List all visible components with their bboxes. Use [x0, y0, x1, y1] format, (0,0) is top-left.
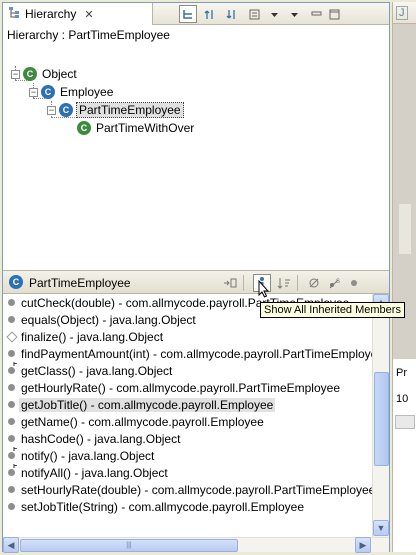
tree-node-label: PartTimeEmployee [76, 102, 184, 118]
class-icon: C [23, 67, 37, 81]
member-label: getName() - com.allmycode.payroll.Employ… [21, 414, 264, 429]
collapse-icon[interactable]: − [47, 105, 56, 115]
member-label: getClass() - java.lang.Object [21, 363, 173, 378]
mouse-pointer-icon [258, 279, 270, 301]
public-method-icon [3, 345, 19, 362]
protected-method-icon [3, 328, 19, 345]
collapse-icon[interactable]: − [11, 69, 20, 79]
supertype-hierarchy-button[interactable] [201, 5, 219, 23]
maximize-icon[interactable] [325, 5, 343, 23]
tree-node-label: Object [42, 67, 77, 81]
class-icon: C [77, 121, 91, 135]
member-row[interactable]: getName() - com.allmycode.payroll.Employ… [3, 413, 372, 430]
member-row[interactable]: finalize() - java.lang.Object [3, 328, 372, 345]
collapse-icon[interactable]: − [29, 87, 38, 97]
scroll-right-icon[interactable]: ▶ [355, 537, 371, 553]
hide-static-members-icon[interactable]: S [325, 274, 343, 292]
member-row[interactable]: getJobTitle() - com.allmycode.payroll.Em… [3, 396, 372, 413]
editor-pane-edge: J Pr 10 [392, 2, 416, 552]
members-horizontal-scrollbar[interactable]: ◀ ||| ▶ [3, 537, 389, 553]
abstract-class-icon: C [59, 103, 73, 117]
svg-text:S: S [336, 279, 340, 285]
members-vertical-scrollbar[interactable]: ▲ ▼ [372, 294, 389, 537]
final-method-icon: F [3, 362, 19, 379]
tree-node-employee[interactable]: − C Employee [29, 83, 115, 101]
hide-fields-icon[interactable] [305, 274, 323, 292]
editor-selection [395, 415, 415, 429]
final-method-icon: F [3, 464, 19, 481]
java-file-icon[interactable]: J [396, 6, 408, 20]
tree-node-object[interactable]: − C Object [11, 65, 79, 83]
view-tab-bar: Hierarchy ✕ [3, 3, 389, 25]
public-method-icon [3, 396, 19, 413]
hierarchy-view: Hierarchy ✕ Hierarchy : PartTimeEmployee [2, 2, 390, 553]
history-dropdown-button[interactable] [245, 5, 263, 23]
member-label: getHourlyRate() - com.allmycode.payroll.… [21, 380, 340, 395]
member-label: finalize() - java.lang.Object [21, 329, 164, 344]
member-label: getJobTitle() - com.allmycode.payroll.Em… [19, 397, 276, 412]
member-label: setJobTitle(String) - com.allmycode.payr… [21, 499, 304, 514]
sort-members-icon[interactable] [275, 274, 293, 292]
editor-text-pr: Pr [396, 367, 407, 379]
breadcrumb: Hierarchy : PartTimeEmployee [7, 28, 170, 42]
toolbar-separator [243, 275, 244, 291]
close-icon[interactable]: ✕ [84, 8, 93, 21]
lock-view-icon[interactable] [221, 274, 239, 292]
editor-tab-bar: J [393, 2, 416, 24]
public-method-icon [3, 379, 19, 396]
member-row[interactable]: findPaymentAmount(int) - com.allmycode.p… [3, 345, 372, 362]
member-label: setHourlyRate(double) - com.allmycode.pa… [21, 482, 372, 497]
member-label: hashCode() - java.lang.Object [21, 431, 181, 446]
scroll-left-icon[interactable]: ◀ [3, 537, 19, 553]
scrollbar-thumb[interactable] [374, 372, 389, 466]
members-pane-header: C PartTimeEmployee S [3, 270, 389, 294]
abstract-class-icon: C [41, 85, 55, 99]
public-method-icon [3, 430, 19, 447]
view-menu-icon[interactable] [285, 5, 303, 23]
scroll-down-icon[interactable]: ▼ [373, 520, 389, 536]
public-method-icon [3, 294, 19, 311]
final-method-icon: F [3, 447, 19, 464]
subtype-hierarchy-button[interactable] [223, 5, 241, 23]
editor-scrollbar[interactable] [399, 204, 411, 254]
member-row[interactable]: FgetClass() - java.lang.Object [3, 362, 372, 379]
type-hierarchy-button[interactable] [179, 5, 197, 23]
member-label: notify() - java.lang.Object [21, 448, 155, 463]
minimize-icon[interactable] [307, 5, 325, 23]
member-row[interactable]: FnotifyAll() - java.lang.Object [3, 464, 372, 481]
member-row[interactable]: hashCode() - java.lang.Object [3, 430, 372, 447]
member-label: notifyAll() - java.lang.Object [21, 465, 168, 480]
public-method-icon [3, 481, 19, 498]
hide-non-public-icon[interactable] [345, 274, 363, 292]
editor-text-10: 10 [396, 393, 409, 405]
toolbar-separator [297, 275, 298, 291]
tree-node-label: Employee [60, 85, 114, 99]
tree-node-parttimeemployee[interactable]: − C PartTimeEmployee [47, 101, 184, 119]
member-row[interactable]: Fnotify() - java.lang.Object [3, 447, 372, 464]
hierarchy-view-icon [8, 6, 21, 22]
tree-node-parttimewithover[interactable]: C PartTimeWithOver [77, 119, 196, 137]
tab-hierarchy-label: Hierarchy [25, 7, 77, 21]
member-row[interactable]: setJobTitle(String) - com.allmycode.payr… [3, 498, 372, 515]
member-label: equals(Object) - java.lang.Object [21, 312, 196, 327]
tooltip: Show All Inherited Members [260, 302, 405, 318]
public-method-icon [3, 498, 19, 515]
tab-hierarchy[interactable]: Hierarchy ✕ [3, 3, 153, 25]
member-row[interactable]: setHourlyRate(double) - com.allmycode.pa… [3, 481, 372, 498]
chevron-down-icon[interactable] [265, 5, 283, 23]
member-label: findPaymentAmount(int) - com.allmycode.p… [21, 346, 372, 361]
members-pane-title: PartTimeEmployee [29, 276, 131, 290]
members-list: cutCheck(double) - com.allmycode.payroll… [3, 294, 372, 537]
tree-node-label: PartTimeWithOver [96, 121, 195, 135]
abstract-class-icon: C [9, 275, 23, 289]
scrollbar-thumb[interactable]: ||| [20, 539, 238, 552]
member-row[interactable]: getHourlyRate() - com.allmycode.payroll.… [3, 379, 372, 396]
public-method-icon [3, 311, 19, 328]
type-hierarchy-tree: − C Object − C Employee − C PartTimeEmpl… [3, 45, 389, 270]
public-method-icon [3, 413, 19, 430]
